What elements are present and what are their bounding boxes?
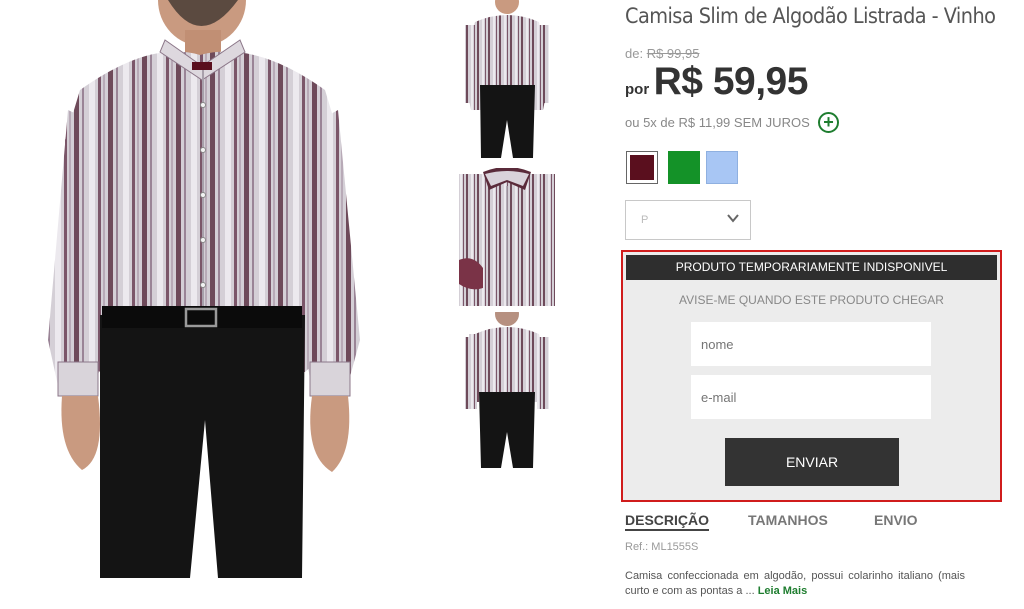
read-more-link[interactable]: Leia Mais: [758, 585, 808, 597]
name-field[interactable]: [691, 322, 931, 366]
send-button[interactable]: ENVIAR: [725, 438, 899, 486]
thumbnail-folded[interactable]: [455, 168, 560, 308]
product-ref: Ref.: ML1555S: [625, 541, 699, 553]
main-product-image[interactable]: [40, 0, 370, 578]
thumbnail-back[interactable]: [455, 312, 560, 470]
color-swatch-vinho[interactable]: [626, 151, 658, 184]
product-description: Camisa confeccionada em algodão, possui …: [625, 569, 965, 599]
size-select[interactable]: P: [625, 200, 751, 240]
notify-subtitle: AVISE-ME QUANDO ESTE PRODUTO CHEGAR: [679, 293, 944, 307]
color-swatch-verde[interactable]: [668, 151, 700, 184]
size-select-value: P: [641, 214, 649, 226]
old-price-prefix: de:: [625, 46, 644, 61]
tab-tamanhos[interactable]: TAMANHOS: [748, 512, 828, 528]
old-price-value: R$ 99,95: [646, 46, 700, 61]
notify-me-box: PRODUTO TEMPORARIAMENTE INDISPONIVEL AVI…: [621, 250, 1002, 502]
product-title: Camisa Slim de Algodão Listrada - Vinho: [625, 4, 996, 28]
plus-circle-icon[interactable]: +: [818, 112, 839, 133]
color-swatch-azul[interactable]: [706, 151, 738, 184]
email-field[interactable]: [691, 375, 931, 419]
thumbnail-front[interactable]: [455, 0, 560, 158]
old-price: de: R$ 99,95: [625, 46, 699, 61]
installments-text: ou 5x de R$ 11,99 SEM JUROS: [625, 115, 810, 130]
chevron-down-icon: [727, 214, 739, 223]
tab-descricao[interactable]: DESCRIÇÃO: [625, 512, 710, 531]
price-prefix: por: [625, 81, 650, 98]
current-price: por R$ 59,95: [625, 60, 808, 104]
price-value: R$ 59,95: [653, 60, 809, 103]
tab-envio[interactable]: ENVIO: [874, 512, 918, 528]
unavailable-banner: PRODUTO TEMPORARIAMENTE INDISPONIVEL: [626, 255, 997, 280]
